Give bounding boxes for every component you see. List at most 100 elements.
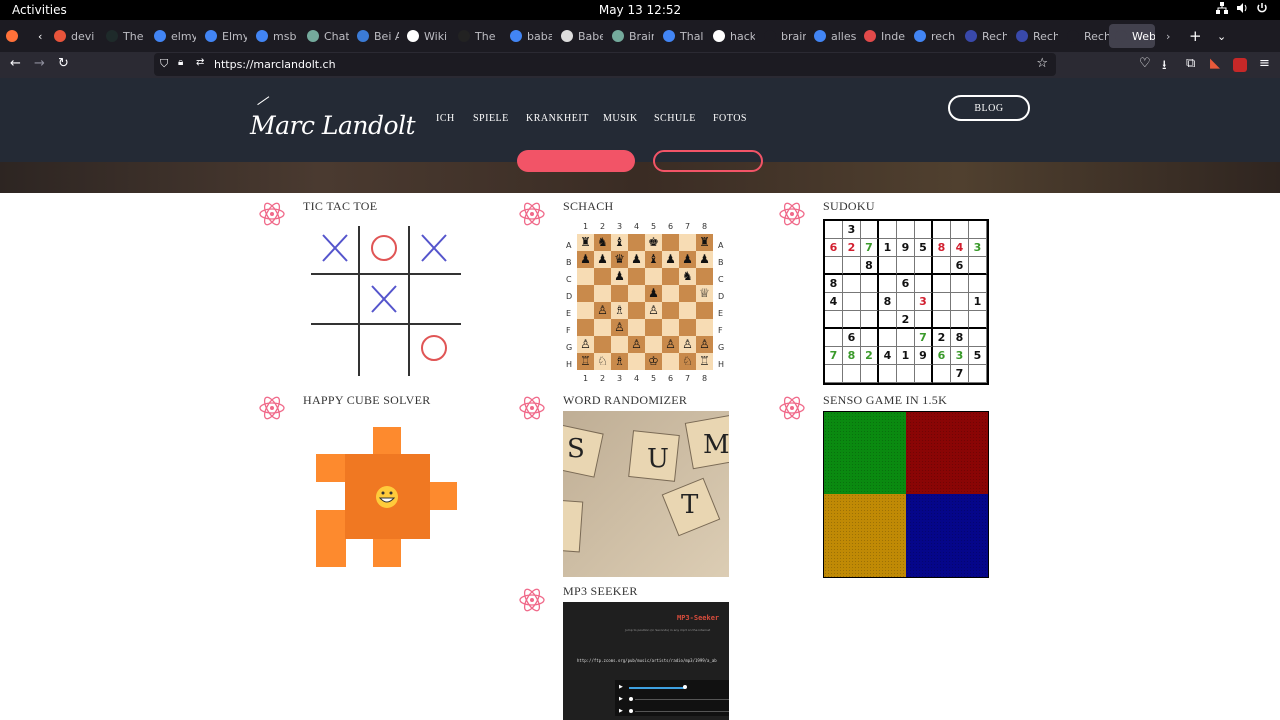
app-menu-icon[interactable]: ≡ [1259,56,1270,71]
tab-label: Brain [629,29,654,43]
title-happy-cube[interactable]: HAPPY CUBE SOLVER [303,393,431,408]
ublock-icon[interactable] [1233,58,1247,72]
browser-tab[interactable]: Rech [1010,24,1058,48]
tab-favicon-icon [1115,30,1127,42]
site-header: Marc Landolt ICH SPIELE KRANKHEIT MUSIK … [0,78,1280,162]
browser-tab[interactable]: Rech [959,24,1007,48]
permissions-icon[interactable]: ⇄ [196,57,204,68]
new-tab-icon[interactable]: + [1183,24,1201,48]
sudoku-cell [969,311,987,329]
chess-square [594,336,611,353]
browser-tab[interactable]: hack [707,24,755,48]
audio-player[interactable]: ▶ [619,708,729,714]
lock-icon[interactable]: 🔒︎ [178,57,183,68]
reload-icon[interactable]: ↻ [58,56,69,71]
chess-row-label: C [718,275,724,284]
back-icon[interactable]: ← [10,56,21,71]
nav-fotos[interactable]: FOTOS [713,113,747,124]
network-icon[interactable] [1216,2,1228,14]
firefox-menu-icon[interactable] [0,24,26,48]
mp3-seeker-thumbnail[interactable]: MP3-Seeker Jump to position (in Seconds)… [563,602,729,720]
blog-button[interactable]: BLOG [948,95,1030,121]
browser-tab[interactable]: Brain [606,24,654,48]
chess-thumbnail[interactable]: 12345678 12345678 ABCDEFGH ABCDEFGH ♜ ♞ ♝ ♚… [563,220,729,386]
browser-tab[interactable]: devi [48,24,96,48]
title-senso[interactable]: SENSO GAME IN 1.5K [823,393,947,408]
browser-tab[interactable]: Babe [555,24,603,48]
system-tray[interactable] [1216,2,1268,14]
browser-tab[interactable]: The [100,24,148,48]
bookmark-star-icon[interactable]: ☆ [1036,56,1048,71]
title-mp3-seeker[interactable]: MP3 SEEKER [563,584,638,599]
hero-primary-button[interactable] [517,150,635,172]
title-sudoku[interactable]: SUDOKU [823,199,875,214]
sudoku-cell [951,311,969,329]
nav-ich[interactable]: ICH [436,113,455,124]
site-logo[interactable]: Marc Landolt [250,96,416,140]
sudoku-cell: 1 [897,347,915,365]
url-text[interactable]: https://marclandolt.ch [214,58,336,71]
browser-tab[interactable]: Rechner [1061,24,1109,48]
browser-tab[interactable]: Bei A [351,24,399,48]
browser-tab[interactable]: The [452,24,500,48]
browser-tab[interactable]: Webs✕ [1109,24,1155,48]
nav-schule[interactable]: SCHULE [654,113,696,124]
sudoku-cell [897,257,915,275]
audio-player[interactable]: ▶ [619,696,729,702]
browser-tab[interactable]: Chat [301,24,349,48]
list-tabs-icon[interactable]: ⌄ [1211,24,1229,48]
chess-column-label: 7 [684,374,691,383]
sudoku-cell: 8 [843,347,861,365]
browser-tab[interactable]: Wiki [401,24,449,48]
chess-square: ♙ [611,319,628,336]
tab-scroll-right-icon[interactable]: › [1160,24,1174,48]
chess-square [662,234,679,251]
browser-tab[interactable]: msb [250,24,298,48]
x-mark [322,234,348,262]
title-tic-tac-toe[interactable]: TIC TAC TOE [303,199,377,214]
nav-spiele[interactable]: SPIELE [473,113,509,124]
browser-tab[interactable]: baba [504,24,552,48]
browser-tab[interactable]: Inde [858,24,906,48]
chess-square [594,268,611,285]
downloads-icon[interactable]: ⭳ [1162,56,1167,78]
nav-krankheit[interactable]: KRANKHEIT [526,113,589,124]
chess-row-label: H [718,360,725,369]
browser-tab[interactable]: rech [908,24,956,48]
extension-icon[interactable]: ◣ [1210,56,1220,71]
audio-player[interactable]: ▶ [619,684,729,690]
forward-icon[interactable]: → [34,56,45,71]
chess-square: ♘ [594,353,611,370]
word-randomizer-thumbnail[interactable]: S U MT [563,411,729,577]
tab-scroll-left-icon[interactable]: ‹ [32,24,46,48]
sudoku-thumbnail[interactable]: 362719584386864831267287824196357 [823,219,989,385]
browser-tab[interactable]: Thal [657,24,705,48]
chess-square [679,302,696,319]
power-icon[interactable] [1256,2,1268,14]
browser-tab[interactable]: brainjack [758,24,806,48]
tic-tac-toe-thumbnail[interactable] [303,220,469,386]
browser-tab[interactable]: elmy [148,24,196,48]
atom-icon [259,202,285,226]
happy-cube-thumbnail[interactable] [303,412,469,578]
chess-row-label: A [718,241,724,250]
clock[interactable]: May 13 12:52 [0,3,1280,17]
browser-tab[interactable]: Elmy [199,24,247,48]
tab-favicon-icon [458,30,470,42]
title-word-randomizer[interactable]: WORD RANDOMIZER [563,393,687,408]
chess-square [628,268,645,285]
address-bar[interactable]: ⛉ 🔒︎ ⇄ https://marclandolt.ch ☆ [154,53,1056,76]
title-schach[interactable]: SCHACH [563,199,613,214]
chess-square [696,302,713,319]
hero-secondary-button[interactable] [653,150,763,172]
browser-tab[interactable]: alles [808,24,856,48]
senso-thumbnail[interactable] [823,411,989,578]
extensions-icon[interactable]: ⧉ [1186,56,1195,71]
chess-row-label: F [566,326,571,335]
tracking-protection-icon[interactable]: ⛉ [160,57,168,71]
volume-icon[interactable] [1236,2,1248,14]
sudoku-cell: 6 [933,347,951,365]
pocket-icon[interactable]: ♡ [1139,56,1151,71]
nav-musik[interactable]: MUSIK [603,113,638,124]
chess-column-label: 2 [599,374,606,383]
